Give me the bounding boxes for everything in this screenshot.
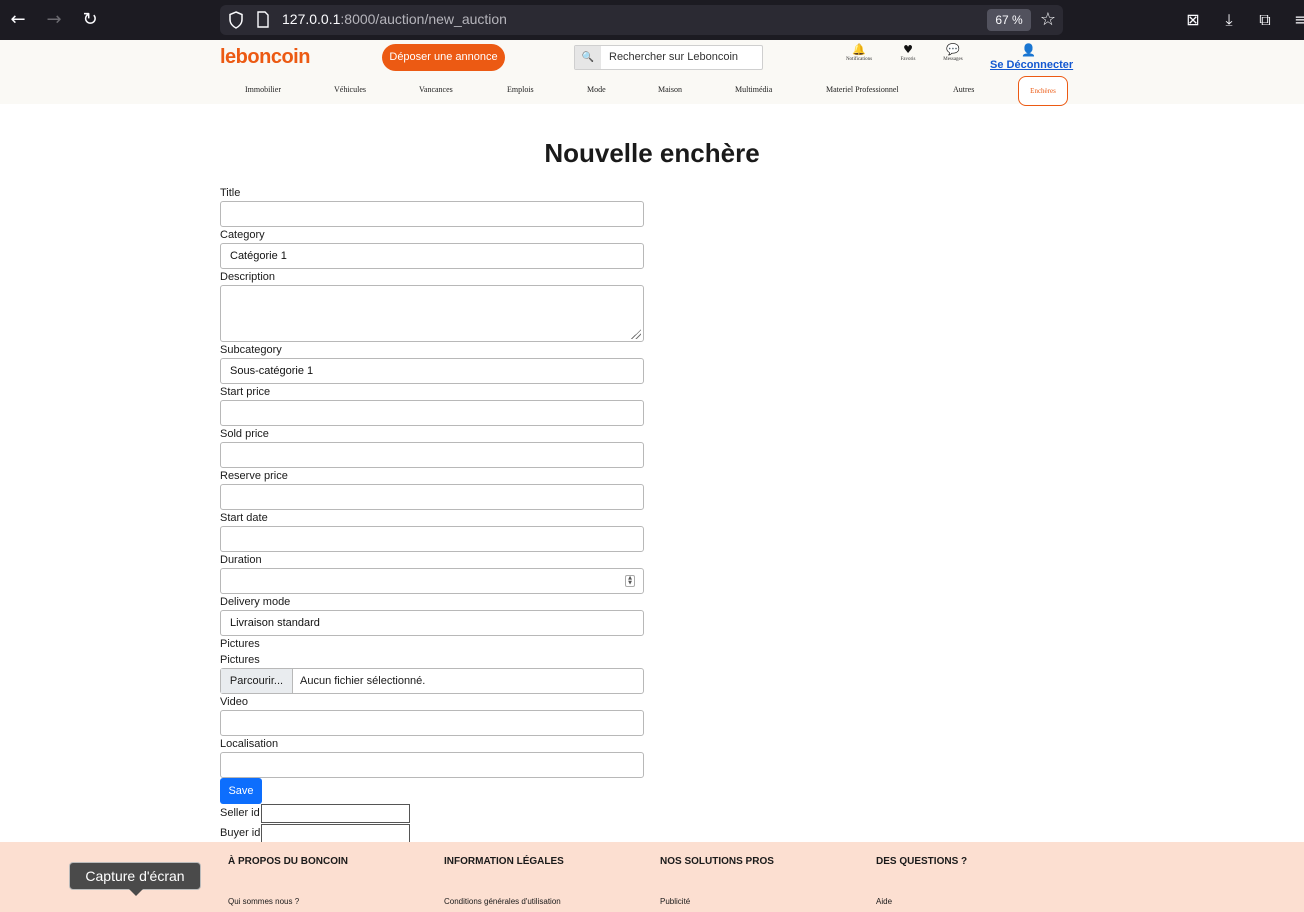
footer-link-pros[interactable]: Publicité [660, 897, 690, 906]
footer-heading-pros: NOS SOLUTIONS PROS [660, 856, 774, 867]
pictures-label: Pictures [220, 654, 260, 666]
search-placeholder: Rechercher sur Leboncoin [609, 51, 739, 63]
subcategory-label: Subcategory [220, 344, 282, 356]
seller-id-input[interactable] [261, 804, 410, 823]
buyer-id-label: Buyer id [220, 827, 261, 839]
nav-item-materiel-professionnel[interactable]: Materiel Professionnel [826, 85, 899, 94]
pocket-icon[interactable]: ⊠ [1181, 8, 1205, 32]
favorites-link[interactable]: ♥ Favoris [888, 43, 928, 64]
browser-toolbar: ← → ↻ 127.0.0.1:8000/auction/new_auction… [0, 0, 1304, 40]
nav-item-emplois[interactable]: Emplois [507, 85, 534, 94]
url-host: 127.0.0.1 [282, 11, 341, 27]
reserve-price-input[interactable] [220, 484, 644, 510]
nav-item-multimedia[interactable]: Multimédia [735, 85, 772, 94]
tooltip-tail [129, 889, 143, 896]
footer-heading-about: À PROPOS DU BONCOIN [228, 856, 349, 867]
footer-heading-questions: DES QUESTIONS ? [876, 856, 968, 867]
bookmark-star-icon[interactable]: ☆ [1038, 8, 1058, 32]
back-arrow-icon[interactable]: ← [6, 8, 30, 32]
download-icon[interactable]: ⤓ [1217, 8, 1241, 32]
reserve-price-label: Reserve price [220, 470, 288, 482]
delivery-mode-label: Delivery mode [220, 596, 291, 608]
file-status: Aucun fichier sélectionné. [300, 675, 426, 687]
deposit-ad-button[interactable]: Déposer une annonce [382, 44, 505, 71]
favorites-label: Favoris [900, 57, 916, 62]
category-label: Category [220, 229, 265, 241]
browse-button[interactable]: Parcourir... [221, 669, 293, 693]
footer-link-legal[interactable]: Conditions générales d'utilisation [444, 897, 561, 906]
nav-item-autres[interactable]: Autres [953, 85, 974, 94]
footer-link-about[interactable]: Qui sommes nous ? [228, 897, 299, 906]
duration-input[interactable]: ▲ ▼ [220, 568, 644, 594]
footer-heading-legal: INFORMATION LÉGALES [444, 856, 564, 867]
video-input[interactable] [220, 710, 644, 736]
messages-label: Messages [943, 57, 963, 62]
start-date-label: Start date [220, 512, 268, 524]
title-input[interactable] [220, 201, 644, 227]
messages-link[interactable]: 💬 Messages [933, 43, 973, 64]
logout-link[interactable]: Se Déconnecter [990, 59, 1073, 71]
page-title: Nouvelle enchère [544, 138, 760, 168]
buyer-id-input[interactable] [261, 824, 410, 843]
localisation-label: Localisation [220, 738, 279, 750]
zoom-badge[interactable]: 67 % [987, 9, 1031, 31]
sold-price-label: Sold price [220, 428, 269, 440]
title-label: Title [220, 187, 241, 199]
menu-icon[interactable]: ≡ [1289, 8, 1304, 32]
nav-item-maison[interactable]: Maison [658, 85, 682, 94]
extensions-icon[interactable]: ⧉ [1253, 8, 1277, 32]
start-price-input[interactable] [220, 400, 644, 426]
footer-link-help[interactable]: Aide [876, 897, 892, 906]
nav-item-encheres[interactable]: Enchères [1018, 76, 1068, 106]
forward-arrow-icon[interactable]: → [42, 8, 66, 32]
shield-icon[interactable] [228, 11, 244, 29]
nav-item-vehicules[interactable]: Véhicules [334, 85, 366, 94]
duration-label: Duration [220, 554, 262, 566]
user-icon[interactable]: 👤 [1021, 43, 1036, 57]
delivery-mode-input[interactable]: Livraison standard [220, 610, 644, 636]
description-label: Description [220, 271, 276, 283]
bell-icon: 🔔 [852, 43, 866, 56]
pictures-file-input[interactable]: Parcourir... Aucun fichier sélectionné. [220, 668, 644, 694]
nav-item-mode[interactable]: Mode [587, 85, 606, 94]
nav-item-vacances[interactable]: Vancances [419, 85, 453, 94]
pictures-section-label: Pictures [220, 638, 260, 650]
save-button[interactable]: Save [220, 778, 262, 804]
category-input[interactable]: Catégorie 1 [220, 243, 644, 269]
subcategory-input[interactable]: Sous-catégorie 1 [220, 358, 644, 384]
search-icon[interactable]: 🔍 [575, 46, 601, 69]
start-date-input[interactable] [220, 526, 644, 552]
notifications-link[interactable]: 🔔 Notifications [839, 43, 879, 64]
url-path: :8000/auction/new_auction [340, 11, 507, 27]
nav-item-immobilier[interactable]: Immobilier [245, 85, 281, 94]
notifications-label: Notifications [845, 57, 873, 62]
description-textarea[interactable] [220, 285, 644, 342]
page-icon[interactable] [256, 11, 270, 28]
screenshot-tooltip: Capture d'écran [69, 862, 201, 890]
seller-id-label: Seller id [220, 807, 260, 819]
start-price-label: Start price [220, 386, 271, 398]
video-label: Video [220, 696, 248, 708]
spinner-icon[interactable]: ▲ ▼ [625, 575, 635, 587]
message-icon: 💬 [946, 43, 960, 56]
reload-icon[interactable]: ↻ [78, 8, 102, 32]
logo[interactable]: leboncoin [220, 46, 310, 69]
localisation-input[interactable] [220, 752, 644, 778]
url-text[interactable]: 127.0.0.1:8000/auction/new_auction [282, 11, 507, 27]
heart-icon: ♥ [903, 43, 913, 56]
sold-price-input[interactable] [220, 442, 644, 468]
search-input[interactable]: 🔍 Rechercher sur Leboncoin [574, 45, 763, 70]
address-bar[interactable]: 127.0.0.1:8000/auction/new_auction 67 % … [220, 5, 1063, 35]
resize-grip-icon[interactable] [631, 329, 641, 339]
site-header: leboncoin Déposer une annonce 🔍 Recherch… [0, 40, 1304, 106]
